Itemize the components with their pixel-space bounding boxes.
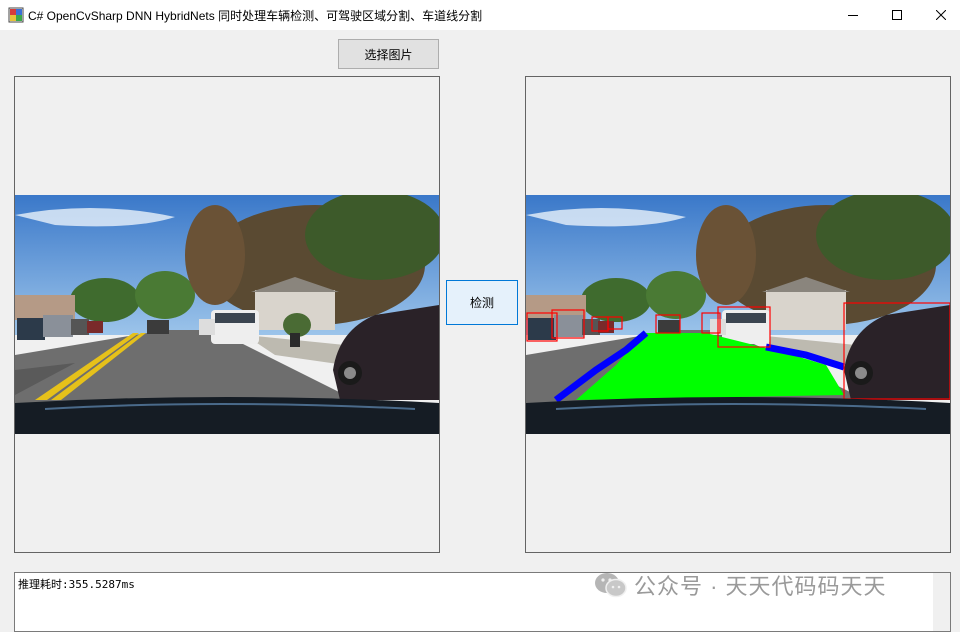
maximize-button[interactable] [874,0,920,30]
result-road-image [526,195,950,434]
minimize-icon [848,15,858,16]
app-icon [8,7,24,23]
wechat-icon [595,573,627,598]
window-title: C# OpenCvSharp DNN HybridNets 同时处理车辆检测、可… [28,9,483,23]
input-image-box [14,76,440,553]
result-image-box [525,76,951,553]
close-icon [936,10,946,20]
title-bar: C# OpenCvSharp DNN HybridNets 同时处理车辆检测、可… [0,0,960,30]
select-image-button[interactable]: 选择图片 [338,39,439,69]
maximize-icon [892,10,902,20]
inference-time-text: 推理耗时:355.5287ms [18,578,135,591]
watermark-text: 公众号 · 天天代码码天天 [634,574,887,599]
detect-button[interactable]: 检测 [446,280,518,325]
vertical-scrollbar[interactable] [933,573,950,631]
watermark: 公众号 · 天天代码码天天 [594,569,887,601]
input-road-image [15,195,439,434]
minimize-button[interactable] [830,0,876,30]
close-button[interactable] [918,0,960,30]
